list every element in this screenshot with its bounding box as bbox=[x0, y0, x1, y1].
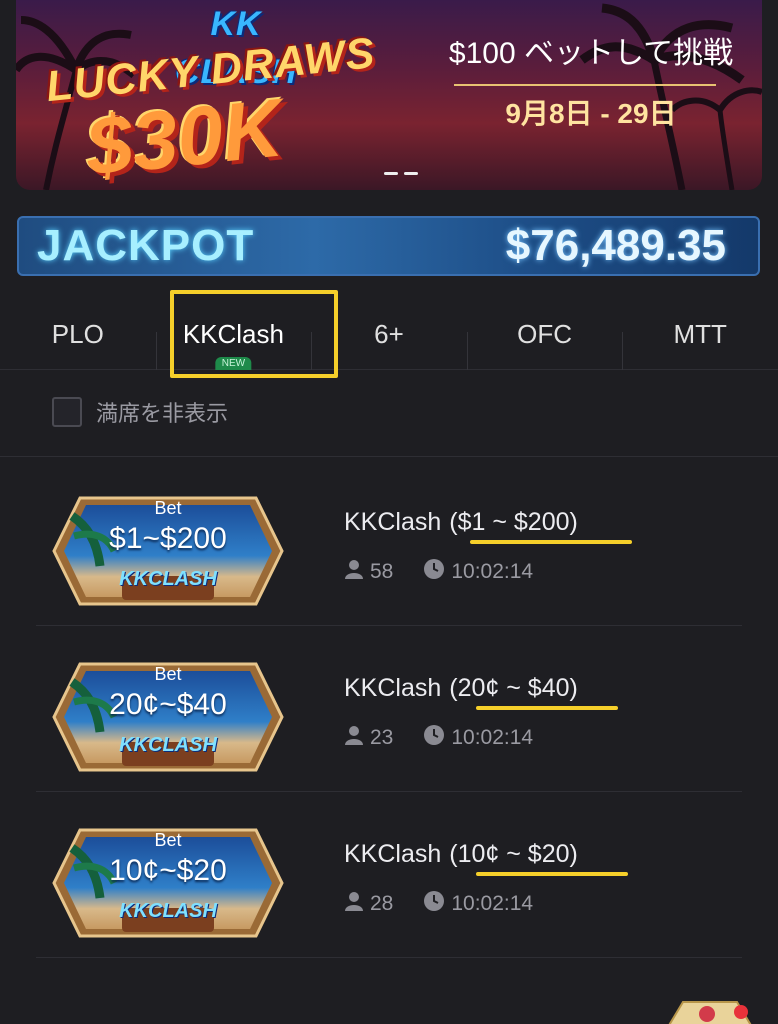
new-badge: NEW bbox=[215, 356, 252, 370]
person-icon bbox=[344, 559, 364, 585]
room-list-item[interactable]: Bet $1~$200 KKCLASH KKClash ($1 ~ $200) 5… bbox=[36, 460, 742, 626]
room-meta: 58 10:02:14 bbox=[344, 558, 533, 586]
room-title: KKClash bbox=[344, 674, 442, 702]
room-thumbnail[interactable]: Bet $1~$200 KKCLASH bbox=[52, 496, 284, 606]
person-icon bbox=[344, 725, 364, 751]
kkclash-logo: KKCLASH bbox=[119, 568, 217, 590]
room-name: KKClash (10¢ ~ $20) bbox=[344, 840, 578, 869]
highlight-underline bbox=[476, 872, 628, 876]
room-stakes: (10¢ ~ $20) bbox=[449, 840, 578, 868]
room-stakes: ($1 ~ $200) bbox=[449, 508, 578, 536]
tab-label: PLO bbox=[51, 319, 104, 349]
bet-range: 10¢~$20 bbox=[109, 854, 227, 887]
bet-label: Bet bbox=[154, 664, 182, 684]
room-list-item[interactable]: Bet 20¢~$40 KKCLASH KKClash (20¢ ~ $40) 2… bbox=[36, 626, 742, 792]
room-title: KKClash bbox=[344, 840, 442, 868]
player-count: 58 bbox=[370, 560, 394, 583]
room-time: 10:02:14 bbox=[451, 560, 534, 583]
tab-label: OFC bbox=[517, 319, 573, 349]
room-meta: 23 10:02:14 bbox=[344, 724, 533, 752]
tab-label: MTT bbox=[673, 319, 727, 349]
carousel-dot[interactable] bbox=[404, 172, 418, 175]
bet-range: 20¢~$40 bbox=[109, 688, 227, 721]
room-stakes: (20¢ ~ $40) bbox=[449, 674, 578, 702]
room-time: 10:02:14 bbox=[451, 892, 534, 915]
bet-label: Bet bbox=[154, 498, 182, 518]
clock-icon bbox=[423, 558, 445, 586]
jackpot-label: JACKPOT bbox=[37, 221, 255, 270]
person-icon bbox=[344, 891, 364, 917]
tab-ofc[interactable]: OFC bbox=[466, 300, 623, 370]
jackpot-bar[interactable]: JACKPOT $76,489.35 bbox=[17, 216, 760, 276]
room-thumbnail[interactable]: Bet 20¢~$40 KKCLASH bbox=[52, 662, 284, 772]
jackpot-amount: $76,489.35 bbox=[505, 221, 726, 270]
hide-full-toggle[interactable]: 満席を非表示 bbox=[52, 396, 228, 428]
carousel-dot[interactable] bbox=[384, 172, 398, 175]
tab-label: 6+ bbox=[374, 319, 404, 349]
bet-range: $1~$200 bbox=[109, 522, 227, 555]
carousel-dots[interactable] bbox=[384, 172, 418, 175]
divider bbox=[0, 456, 778, 457]
clock-icon bbox=[423, 724, 445, 752]
room-title: KKClash bbox=[344, 508, 442, 536]
clock-icon bbox=[423, 890, 445, 918]
room-list-item[interactable]: Bet 10¢~$20 KKCLASH KKClash (10¢ ~ $20) 2… bbox=[36, 792, 742, 958]
game-type-tabs: PLO KKClash NEW 6+ OFC MTT bbox=[0, 300, 778, 370]
room-name: KKClash ($1 ~ $200) bbox=[344, 508, 578, 537]
bet-label: Bet bbox=[154, 830, 182, 850]
hide-full-label: 満席を非表示 bbox=[96, 401, 229, 426]
hide-full-checkbox[interactable] bbox=[52, 397, 82, 427]
banner-dates: 9月8日 - 29日 bbox=[505, 98, 677, 129]
room-meta: 28 10:02:14 bbox=[344, 890, 533, 918]
tab-plo[interactable]: PLO bbox=[0, 300, 156, 370]
banner-divider bbox=[454, 84, 716, 86]
highlight-underline bbox=[470, 540, 632, 544]
kkclash-logo: KKCLASH bbox=[119, 734, 217, 756]
kkclash-logo: KKCLASH bbox=[119, 900, 217, 922]
room-name: KKClash (20¢ ~ $40) bbox=[344, 674, 578, 703]
highlight-underline bbox=[476, 706, 618, 710]
tab-label: KKClash bbox=[182, 319, 284, 349]
banner-headline: $100 ベットして挑戦 bbox=[448, 37, 734, 70]
tab-mtt[interactable]: MTT bbox=[622, 300, 778, 370]
player-count: 23 bbox=[370, 726, 394, 749]
app-root: KK CLASH LUCKY DRAWS $30K $100 ベットして挑戦 9… bbox=[0, 0, 778, 1024]
tab-6plus[interactable]: 6+ bbox=[311, 300, 467, 370]
player-count: 28 bbox=[370, 892, 394, 915]
room-time: 10:02:14 bbox=[451, 726, 534, 749]
room-thumbnail[interactable]: Bet 10¢~$20 KKCLASH bbox=[52, 828, 284, 938]
tab-kkclash[interactable]: KKClash NEW bbox=[155, 300, 312, 370]
floating-chip-icon[interactable] bbox=[665, 992, 765, 1024]
promo-banner[interactable]: KK CLASH LUCKY DRAWS $30K $100 ベットして挑戦 9… bbox=[16, 0, 762, 190]
